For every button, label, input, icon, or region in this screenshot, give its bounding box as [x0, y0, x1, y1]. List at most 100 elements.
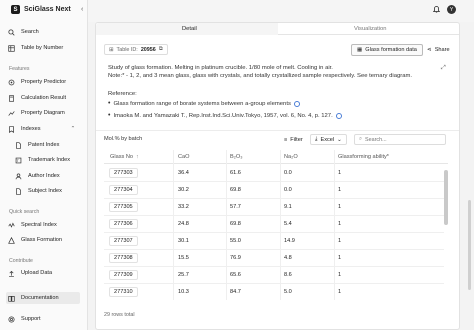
share-button[interactable]: ⋖ Share [423, 44, 454, 56]
table-row[interactable]: 277307 30.1 55.0 14.9 1 [104, 233, 444, 250]
column-header-glass-no[interactable]: Glass No ↑ [110, 154, 139, 160]
b2o3-cell: 69.8 [230, 221, 241, 227]
page-scrollbar[interactable] [468, 200, 471, 290]
description-line-1: Study of glass formation. Melting in pla… [108, 65, 333, 71]
reference-title: Reference: [108, 91, 137, 97]
brand[interactable]: S SciGlass Next [11, 5, 71, 14]
glass-no-cell[interactable]: 277304 [109, 185, 138, 195]
na2o-cell: 14.9 [284, 238, 295, 244]
sidebar-item-patent-index[interactable]: Patent Index [15, 140, 59, 150]
sidebar-item-trademark-index[interactable]: T Trademark Index [15, 155, 70, 165]
hash-icon: ⊞ [109, 46, 114, 53]
excel-button[interactable]: ⤓ Excel ⌄ [310, 134, 347, 145]
sidebar-item-calculation-result[interactable]: Calculation Result [8, 93, 66, 103]
google-scholar-icon[interactable] [335, 112, 342, 119]
search-input[interactable] [365, 136, 436, 143]
sidebar-item-property-predictor[interactable]: Property Predictor [8, 77, 66, 87]
glass-no-cell[interactable]: 277307 [109, 236, 138, 246]
glass-formation-data-button[interactable]: ▦ Glass formation data [351, 44, 423, 56]
sidebar-item-label: Subject Index [28, 188, 62, 194]
brand-logo: S [11, 5, 20, 14]
sidebar-item-label: Support [21, 316, 41, 322]
glass-no-cell[interactable]: 277308 [109, 253, 138, 263]
glass-no-cell[interactable]: 277305 [109, 202, 138, 212]
column-header-glassforming-ability[interactable]: Glassforming ability* [338, 154, 389, 160]
description-line-2: Note:* - 1, 2, and 3 mean glass, glass w… [108, 73, 413, 80]
ability-cell: 1 [338, 238, 342, 244]
column-header-b2o3[interactable]: B₂O₃ [230, 154, 243, 160]
b2o3-cell: 84.7 [230, 289, 241, 295]
sidebar-item-author-index[interactable]: Author Index [15, 171, 60, 181]
bell-icon[interactable] [432, 5, 441, 15]
formation-icon [8, 236, 15, 244]
glass-no-cell[interactable]: 277310 [109, 287, 138, 297]
sidebar-item-upload-data[interactable]: Upload Data [8, 268, 52, 278]
table-row[interactable]: 277303 36.4 61.6 0.0 1 [104, 165, 444, 182]
sidebar-item-label: Search [21, 29, 39, 35]
table-scrollbar[interactable] [444, 165, 448, 303]
table-search[interactable]: ⌕ [354, 134, 446, 145]
sidebar-item-documentation[interactable]: Documentation [8, 293, 59, 303]
sidebar-item-search[interactable]: Search [8, 27, 39, 37]
avatar[interactable]: Y [447, 5, 456, 14]
sidebar-item-property-diagram[interactable]: Property Diagram [8, 108, 65, 118]
ability-cell: 1 [338, 187, 342, 193]
calculator-icon [8, 94, 15, 102]
copy-icon[interactable]: ⧉ [159, 46, 163, 53]
cao-cell: 24.8 [178, 221, 189, 227]
reference-item: • Imaoka M. and Yamazaki T., Rep.Inst.In… [108, 112, 342, 119]
share-label: Share [434, 47, 450, 53]
b2o3-cell: 65.6 [230, 272, 241, 278]
table-row[interactable]: 277306 24.8 69.8 5.4 1 [104, 216, 444, 233]
sidebar-item-table-by-number[interactable]: Table by Number [8, 43, 63, 53]
cao-cell: 15.5 [178, 255, 189, 261]
filter-button[interactable]: ≡ Filter [280, 134, 307, 145]
ability-cell: 1 [338, 272, 342, 278]
collapse-sidebar-icon[interactable]: ‹ [81, 6, 83, 13]
table-icon [8, 44, 15, 52]
tab-detail[interactable]: Detail [182, 26, 197, 32]
column-header-cao[interactable]: CaO [178, 154, 190, 160]
table-row[interactable]: 277304 30.2 69.8 0.0 1 [104, 182, 444, 199]
expand-icon[interactable]: ⤢ [441, 65, 446, 72]
glass-no-cell[interactable]: 277306 [109, 219, 138, 229]
ability-cell: 1 [338, 289, 342, 295]
na2o-cell: 4.8 [284, 255, 292, 261]
table-row[interactable]: 277310 10.3 84.7 5.0 1 [104, 284, 444, 301]
table-row[interactable]: 277305 33.2 57.7 9.1 1 [104, 199, 444, 216]
table-id-value: 20956 [140, 46, 156, 53]
sidebar-item-support[interactable]: Support [8, 314, 41, 324]
sidebar-item-spectral-index[interactable]: Spectral Index [8, 220, 57, 230]
sidebar-item-label: Property Predictor [21, 79, 67, 85]
glass-no-cell[interactable]: 277309 [109, 270, 138, 280]
glass-no-cell[interactable]: 277303 [109, 168, 138, 178]
table-id-badge: ⊞ Table ID: 20956 ⧉ [104, 44, 168, 55]
filter-label: Filter [290, 136, 303, 143]
sidebar-item-glass-formation[interactable]: Glass Formation [8, 235, 62, 245]
b2o3-cell: 69.8 [230, 187, 241, 193]
reference-text[interactable]: Glass formation range of borate systems … [113, 101, 290, 107]
sidebar-item-indexes[interactable]: Indexes ⌃ [8, 124, 75, 134]
reference-text[interactable]: Imaoka M. and Yamazaki T., Rep.Inst.Ind.… [113, 113, 332, 119]
trademark-icon: T [15, 157, 22, 164]
scrollbar-thumb[interactable] [444, 170, 448, 225]
na2o-cell: 5.4 [284, 221, 292, 227]
download-icon: ⤓ [315, 136, 318, 142]
column-header-na2o[interactable]: Na₂O [284, 154, 298, 160]
doc-icon [15, 141, 22, 149]
sidebar-item-subject-index[interactable]: Subject Index [15, 186, 62, 196]
book-icon [8, 295, 15, 302]
na2o-cell: 8.6 [284, 272, 292, 278]
tab-visualization[interactable]: Visualization [354, 26, 386, 32]
table-row[interactable]: 277309 25.7 65.6 8.6 1 [104, 267, 444, 284]
sidebar-item-label: Indexes [21, 126, 41, 132]
composition-mode-label: Mol.% by batch [104, 136, 143, 142]
sidebar-item-label: Upload Data [21, 270, 53, 276]
chevron-up-icon: ⌃ [70, 126, 76, 132]
cao-cell: 30.1 [178, 238, 189, 244]
table-row[interactable]: 277308 15.5 76.9 4.8 1 [104, 250, 444, 267]
sidebar-item-label: Spectral Index [21, 222, 57, 228]
support-icon [8, 315, 15, 323]
google-scholar-icon[interactable] [293, 100, 300, 107]
section-quick-search: Quick search [9, 209, 40, 215]
